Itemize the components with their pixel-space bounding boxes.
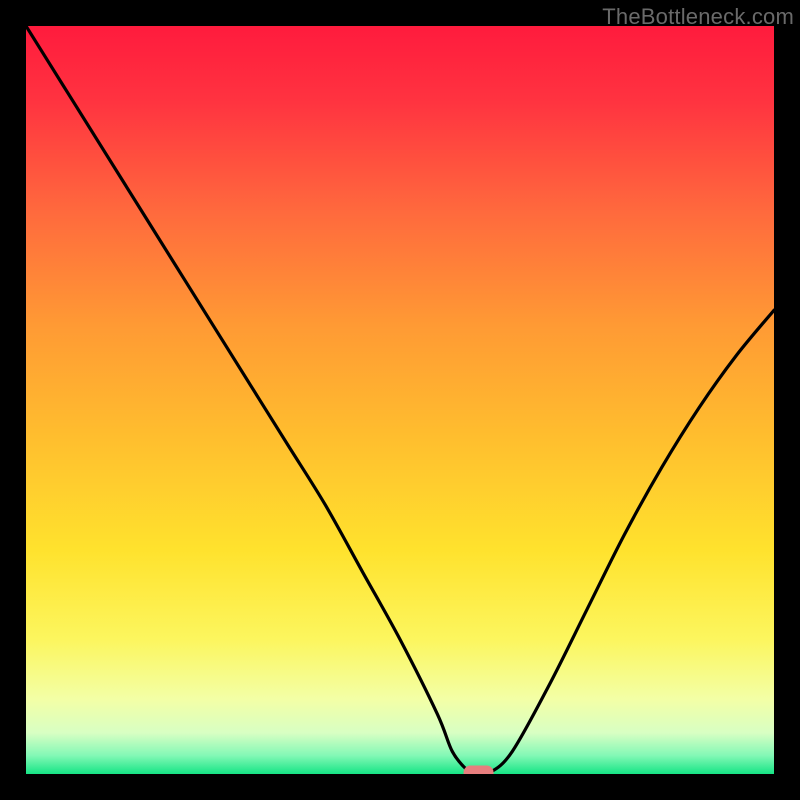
watermark-text: TheBottleneck.com: [602, 4, 794, 30]
gradient-background: [26, 26, 774, 774]
plot-area: [26, 26, 774, 774]
optimal-marker: [464, 766, 494, 774]
chart-svg: [26, 26, 774, 774]
chart-frame: TheBottleneck.com: [0, 0, 800, 800]
